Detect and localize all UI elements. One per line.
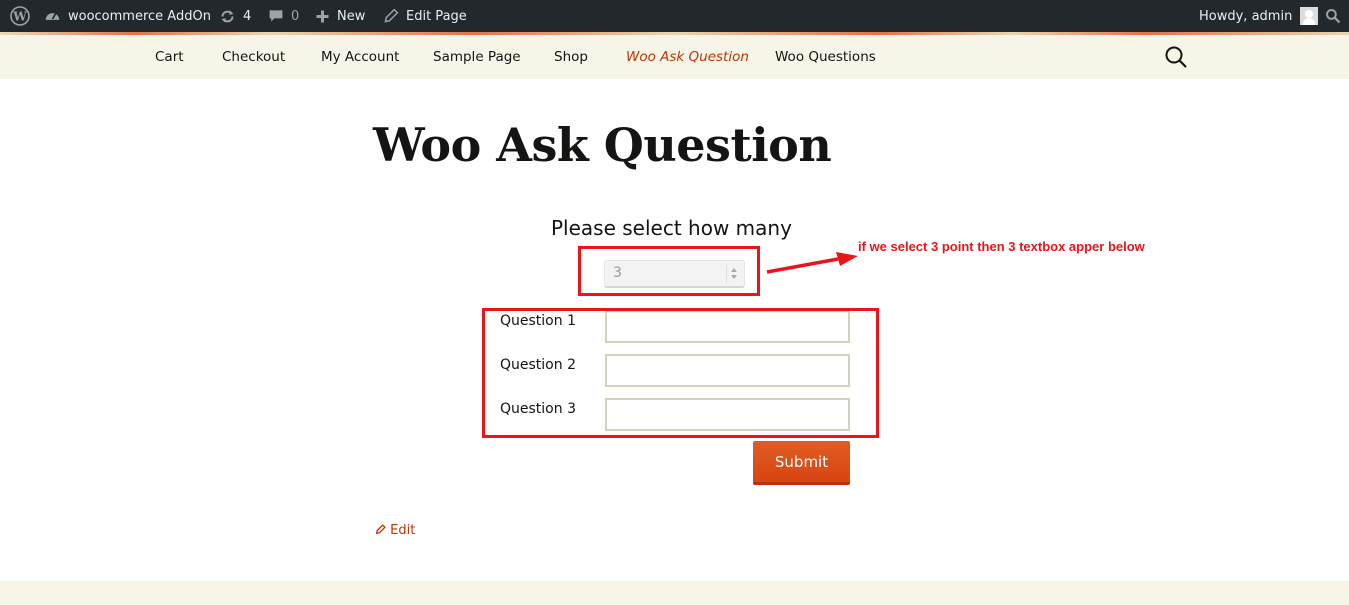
dashboard-icon	[45, 12, 60, 20]
search-icon	[1326, 9, 1341, 24]
wordpress-logo-button[interactable]: W	[10, 0, 30, 32]
nav-item-my-account[interactable]: My Account	[321, 49, 399, 65]
comment-icon	[269, 10, 283, 22]
site-name: woocommerce AddOn	[68, 8, 211, 24]
edit-link[interactable]: Edit	[375, 523, 415, 538]
new-content-link[interactable]: New	[315, 0, 365, 32]
search-icon	[1165, 46, 1187, 68]
svg-text:W: W	[12, 10, 27, 24]
nav-item-woo-questions[interactable]: Woo Questions	[775, 49, 876, 65]
avatar	[1300, 7, 1319, 25]
comments-link[interactable]: 0	[268, 0, 299, 32]
nav-item-woo-ask-question[interactable]: Woo Ask Question	[626, 49, 749, 65]
nav-item-sample-page[interactable]: Sample Page	[433, 49, 521, 65]
admin-search-button[interactable]	[1325, 0, 1341, 32]
greeting: Howdy, admin	[1199, 8, 1293, 24]
edit-page-label: Edit Page	[406, 8, 467, 24]
select-prompt: Please select how many	[551, 216, 792, 240]
my-account-link[interactable]: Howdy, admin	[1199, 0, 1319, 32]
annotation-box-questions	[482, 308, 879, 438]
annotation-note: if we select 3 point then 3 textbox appe…	[858, 239, 1145, 254]
updates-count: 4	[243, 8, 252, 24]
footer	[0, 581, 1349, 605]
annotation-arrow	[766, 252, 858, 274]
page-title: Woo Ask Question	[373, 118, 832, 172]
wordpress-icon: W	[10, 6, 30, 26]
admin-bar: W woocommerce AddOn 4 0 New Edit Page Ho…	[0, 0, 1349, 32]
pencil-icon	[384, 8, 399, 23]
nav-item-checkout[interactable]: Checkout	[222, 49, 285, 65]
annotation-box-select	[578, 246, 760, 296]
plus-icon	[316, 10, 329, 22]
edit-page-link[interactable]: Edit Page	[383, 0, 467, 32]
search-button[interactable]	[1164, 45, 1188, 69]
site-name-link[interactable]: woocommerce AddOn	[44, 0, 211, 32]
comments-count: 0	[291, 8, 300, 24]
edit-label: Edit	[390, 523, 416, 538]
new-label: New	[337, 8, 366, 24]
updates-link[interactable]: 4	[219, 0, 251, 32]
submit-button[interactable]: Submit	[753, 441, 850, 485]
main-navigation: Cart Checkout My Account Sample Page Sho…	[0, 35, 1349, 79]
updates-icon	[221, 10, 234, 22]
nav-item-cart[interactable]: Cart	[155, 49, 184, 65]
pencil-icon	[375, 524, 386, 535]
nav-item-shop[interactable]: Shop	[554, 49, 588, 65]
